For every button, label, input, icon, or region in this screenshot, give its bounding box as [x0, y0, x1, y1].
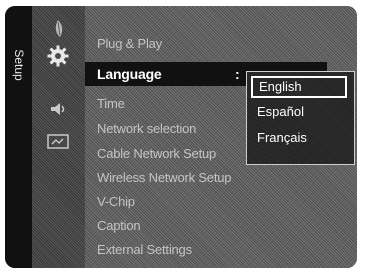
- language-option-espanol[interactable]: Español: [251, 101, 347, 123]
- tv-menu-screen: Setup Plug & Play Language: Time Networ…: [5, 6, 357, 268]
- language-dropdown[interactable]: English Español Français: [246, 71, 355, 165]
- setup-gear-icon[interactable]: [46, 44, 70, 68]
- menu-item-network-selection[interactable]: Network selection: [97, 121, 196, 136]
- picture-icon[interactable]: [47, 18, 69, 40]
- category-icon-column: [32, 6, 85, 268]
- menu-item-v-chip[interactable]: V-Chip: [97, 194, 135, 209]
- sound-icon[interactable]: [49, 101, 67, 117]
- menu-item-wireless-network-setup[interactable]: Wireless Network Setup: [97, 170, 232, 185]
- sidebar-label-setup: Setup: [12, 49, 26, 81]
- menu-item-language-separator: :: [235, 66, 240, 82]
- language-option-francais[interactable]: Français: [251, 127, 347, 149]
- menu-item-language-label: Language: [97, 66, 162, 82]
- menu-item-external-settings[interactable]: External Settings: [97, 242, 192, 257]
- menu-item-time[interactable]: Time: [97, 96, 125, 111]
- menu-item-plug-and-play[interactable]: Plug & Play: [97, 36, 162, 51]
- sidebar-tab: Setup: [5, 6, 32, 268]
- input-icon[interactable]: [47, 134, 69, 150]
- language-option-english[interactable]: English: [251, 76, 347, 98]
- menu-item-caption[interactable]: Caption: [97, 218, 141, 233]
- menu-item-cable-network-setup[interactable]: Cable Network Setup: [97, 146, 216, 161]
